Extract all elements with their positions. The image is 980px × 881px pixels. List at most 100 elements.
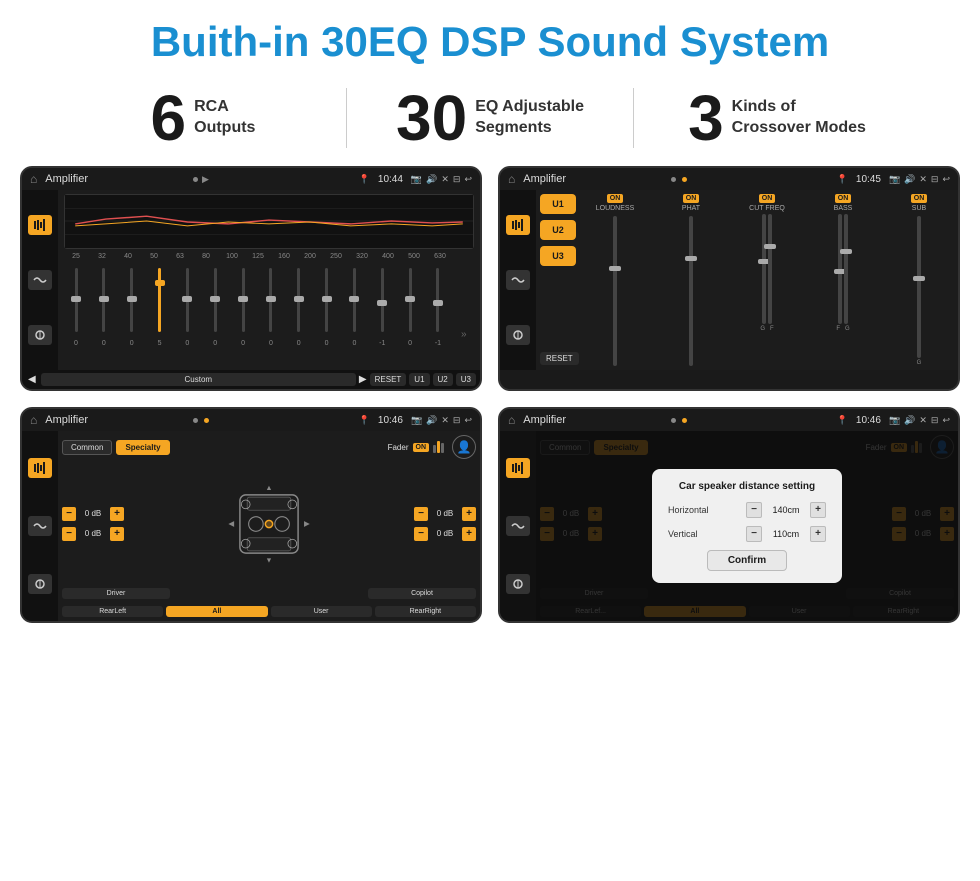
dlg-side-icon-1[interactable] bbox=[506, 458, 530, 478]
cv-tab-row: Common Specialty Fader ON 👤 bbox=[62, 435, 476, 459]
eq-slider-5[interactable] bbox=[205, 260, 225, 340]
stat-number-crossover: 3 bbox=[688, 86, 724, 150]
home-icon-dlg[interactable]: ⌂ bbox=[508, 413, 515, 427]
eq-u3-button[interactable]: U3 bbox=[456, 373, 476, 386]
vertical-minus-btn[interactable]: − bbox=[746, 526, 762, 542]
cv-db-right: − 0 dB + − 0 dB + bbox=[414, 507, 476, 541]
cv-all-btn[interactable]: All bbox=[166, 606, 267, 617]
close-icon[interactable]: ✕ bbox=[441, 174, 449, 185]
eq-slider-8[interactable] bbox=[289, 260, 309, 340]
vertical-plus-btn[interactable]: + bbox=[810, 526, 826, 542]
cutfreq-slider-1[interactable] bbox=[762, 214, 766, 324]
eq-side-icon-2[interactable] bbox=[28, 270, 52, 290]
amp-side-icon-1[interactable] bbox=[506, 215, 530, 235]
db-minus-2[interactable]: − bbox=[414, 507, 428, 521]
play-icon[interactable]: ▶ bbox=[202, 174, 209, 185]
speaker-icon[interactable]: 🔊 bbox=[426, 174, 437, 185]
eq-slider-4[interactable] bbox=[177, 260, 197, 340]
preset-u3[interactable]: U3 bbox=[540, 246, 576, 266]
db-plus-3[interactable]: + bbox=[462, 527, 476, 541]
freq-label-1: 32 bbox=[92, 253, 112, 260]
home-icon-cv[interactable]: ⌂ bbox=[30, 413, 37, 427]
horizontal-row: Horizontal − 140cm + bbox=[668, 502, 826, 518]
amp-side-icon-3[interactable] bbox=[506, 325, 530, 345]
amp-reset-btn[interactable]: RESET bbox=[540, 352, 579, 365]
eq-val-9: 0 bbox=[317, 340, 337, 347]
close-icon-dlg[interactable]: ✕ bbox=[919, 415, 927, 426]
cutfreq-slider-2[interactable] bbox=[768, 214, 772, 324]
phat-slider[interactable] bbox=[689, 216, 693, 366]
cv-rearleft-btn[interactable]: RearLeft bbox=[62, 606, 163, 617]
db-plus-1[interactable]: + bbox=[110, 527, 124, 541]
minimize-icon-amp[interactable]: ⊟ bbox=[931, 174, 939, 185]
speaker-icon-dlg[interactable]: 🔊 bbox=[904, 415, 915, 426]
eq-slider-9[interactable] bbox=[317, 260, 337, 340]
back-icon-amp[interactable]: ↩ bbox=[942, 174, 950, 185]
eq-status-time: 10:44 bbox=[378, 174, 403, 185]
close-icon-cv[interactable]: ✕ bbox=[441, 415, 449, 426]
horizontal-minus-btn[interactable]: − bbox=[746, 502, 762, 518]
preset-u1[interactable]: U1 bbox=[540, 194, 576, 214]
minimize-icon-cv[interactable]: ⊟ bbox=[453, 415, 461, 426]
eq-u1-button[interactable]: U1 bbox=[409, 373, 429, 386]
amp-side-icon-2[interactable] bbox=[506, 270, 530, 290]
crossover-screen: ⌂ Amplifier 📍 10:46 📷 🔊 ✕ ⊟ ↩ bbox=[20, 407, 482, 623]
eq-custom-button[interactable]: Custom bbox=[41, 373, 356, 386]
home-icon[interactable]: ⌂ bbox=[30, 172, 37, 186]
freq-label-4: 63 bbox=[170, 253, 190, 260]
eq-slider-11[interactable] bbox=[372, 260, 392, 340]
cv-user-btn[interactable]: User bbox=[271, 606, 372, 617]
speaker-icon-cv[interactable]: 🔊 bbox=[426, 415, 437, 426]
eq-reset-button[interactable]: RESET bbox=[370, 373, 407, 386]
db-minus-0[interactable]: − bbox=[62, 507, 76, 521]
eq-slider-10[interactable] bbox=[344, 260, 364, 340]
eq-prev-button[interactable]: ◀ bbox=[26, 374, 38, 385]
db-minus-1[interactable]: − bbox=[62, 527, 76, 541]
distance-dialog: Car speaker distance setting Horizontal … bbox=[652, 469, 842, 583]
tab-specialty[interactable]: Specialty bbox=[116, 440, 169, 455]
db-plus-0[interactable]: + bbox=[110, 507, 124, 521]
horizontal-plus-btn[interactable]: + bbox=[810, 502, 826, 518]
speaker-icon-amp[interactable]: 🔊 bbox=[904, 174, 915, 185]
eq-slider-12[interactable] bbox=[400, 260, 420, 340]
tab-common[interactable]: Common bbox=[62, 440, 112, 455]
amp-side-icons bbox=[500, 190, 536, 370]
eq-slider-1[interactable] bbox=[94, 260, 114, 340]
confirm-button[interactable]: Confirm bbox=[707, 550, 787, 571]
eq-side-icon-1[interactable] bbox=[28, 215, 52, 235]
eq-slider-6[interactable] bbox=[233, 260, 253, 340]
eq-play-button[interactable]: ▶ bbox=[359, 374, 367, 385]
back-icon-cv[interactable]: ↩ bbox=[464, 415, 472, 426]
cv-side-icon-3[interactable] bbox=[28, 574, 52, 594]
eq-slider-7[interactable] bbox=[261, 260, 281, 340]
cv-side-icon-2[interactable] bbox=[28, 516, 52, 536]
dlg-side-icon-3[interactable] bbox=[506, 574, 530, 594]
person-icon[interactable]: 👤 bbox=[452, 435, 476, 459]
cv-rearright-btn[interactable]: RearRight bbox=[375, 606, 476, 617]
sub-slider[interactable] bbox=[917, 216, 921, 358]
cv-copilot-btn[interactable]: Copilot bbox=[368, 588, 476, 599]
bass-slider-1[interactable] bbox=[838, 214, 842, 324]
db-minus-3[interactable]: − bbox=[414, 527, 428, 541]
eq-slider-3[interactable] bbox=[150, 260, 170, 340]
dlg-side-icon-2[interactable] bbox=[506, 516, 530, 536]
cv-driver-btn[interactable]: Driver bbox=[62, 588, 170, 599]
bass-slider-2[interactable] bbox=[844, 214, 848, 324]
eq-slider-13[interactable] bbox=[428, 260, 448, 340]
eq-slider-2[interactable] bbox=[122, 260, 142, 340]
back-icon-dlg[interactable]: ↩ bbox=[942, 415, 950, 426]
back-icon[interactable]: ↩ bbox=[464, 174, 472, 185]
loudness-slider[interactable] bbox=[613, 216, 617, 366]
camera-icon-cv: 📷 bbox=[411, 415, 422, 426]
minimize-icon[interactable]: ⊟ bbox=[453, 174, 461, 185]
cv-side-icon-1[interactable] bbox=[28, 458, 52, 478]
cv-db-left: − 0 dB + − 0 dB + bbox=[62, 507, 124, 541]
eq-u2-button[interactable]: U2 bbox=[433, 373, 453, 386]
minimize-icon-dlg[interactable]: ⊟ bbox=[931, 415, 939, 426]
db-plus-2[interactable]: + bbox=[462, 507, 476, 521]
preset-u2[interactable]: U2 bbox=[540, 220, 576, 240]
home-icon-amp[interactable]: ⌂ bbox=[508, 172, 515, 186]
close-icon-amp[interactable]: ✕ bbox=[919, 174, 927, 185]
eq-slider-0[interactable] bbox=[66, 260, 86, 340]
eq-side-icon-3[interactable] bbox=[28, 325, 52, 345]
